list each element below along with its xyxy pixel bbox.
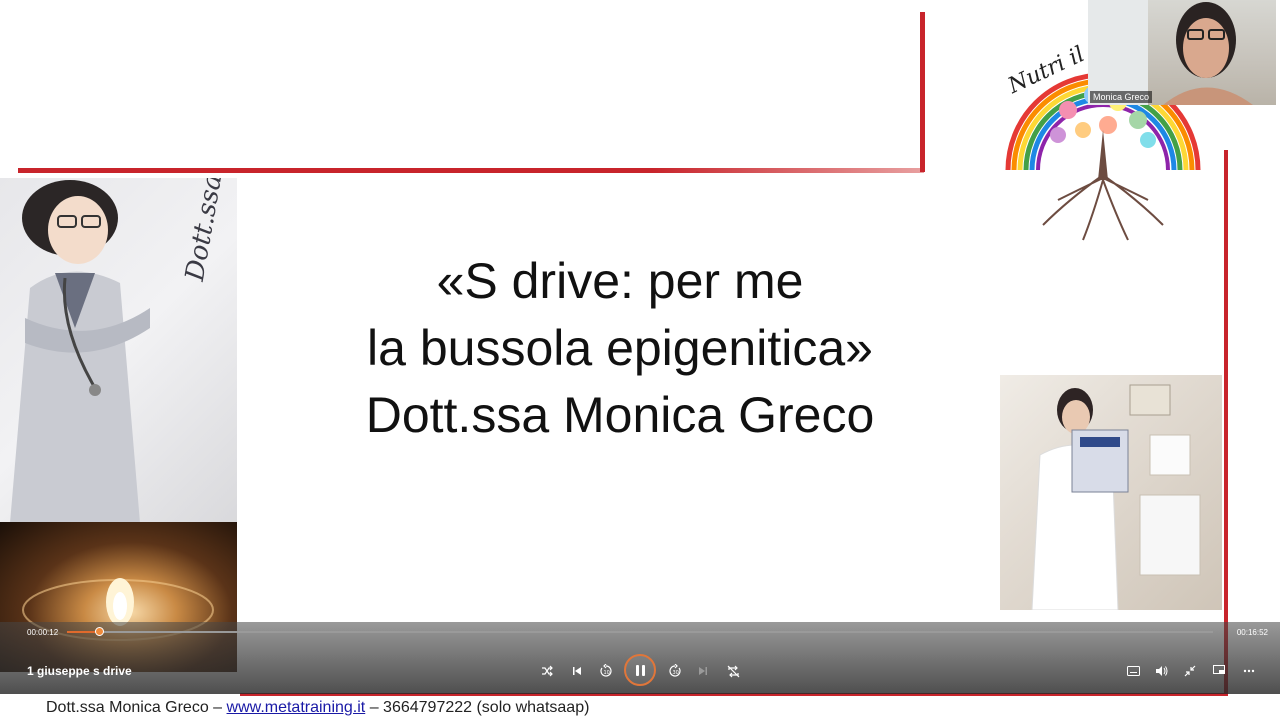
- current-time: 00:00:12: [27, 628, 59, 637]
- repeat-off-button[interactable]: [722, 660, 744, 682]
- seek-bar-fill: [67, 631, 99, 633]
- footer-name: Dott.ssa Monica Greco –: [46, 699, 223, 716]
- website-link[interactable]: www.metatraining.it: [227, 699, 366, 716]
- captions-button[interactable]: [1122, 660, 1144, 682]
- slide-title: «S drive: per me la bussola epigenitica»…: [280, 248, 960, 449]
- repeat-off-icon: [727, 665, 739, 677]
- miniplayer-icon: [1213, 665, 1225, 674]
- captions-icon: [1126, 666, 1140, 676]
- next-button[interactable]: [692, 660, 714, 682]
- shuffle-button[interactable]: [536, 660, 558, 682]
- collapse-icon: [1184, 665, 1196, 677]
- doctor-holding-book-image: [1031, 384, 1201, 610]
- video-title: 1 giuseppe s drive: [27, 664, 132, 678]
- slide-red-line-top: [18, 168, 924, 173]
- slide-title-line-2: la bussola epigenitica»: [367, 320, 873, 376]
- more-icon: [1243, 669, 1255, 673]
- more-options-button[interactable]: [1238, 660, 1260, 682]
- media-player-controls: 00:00:12 00:16:52 1 giuseppe s drive 10 …: [0, 622, 1280, 694]
- footer-contact: Dott.ssa Monica Greco – www.metatraining…: [46, 699, 589, 717]
- slide-title-line-3: Dott.ssa Monica Greco: [365, 387, 875, 443]
- previous-button[interactable]: [566, 660, 588, 682]
- presentation-slide: Dott.ssa Monica Nutri il: [0, 0, 1280, 720]
- pause-button[interactable]: [624, 654, 656, 686]
- doctor-illustration: Dott.ssa Monica: [0, 178, 237, 523]
- webcam-overlay: Monica Greco: [1088, 0, 1276, 105]
- slide-red-line-vertical: [920, 12, 925, 172]
- rewind-10-icon: 10: [600, 664, 612, 677]
- seek-bar[interactable]: [67, 627, 1213, 636]
- pause-icon: [635, 664, 645, 676]
- previous-icon: [573, 667, 581, 675]
- next-icon: [699, 667, 707, 675]
- footer-phone: – 3664797222 (solo whatsaap): [369, 699, 590, 716]
- shuffle-icon: [542, 665, 553, 677]
- doctor-book-photo: [1000, 375, 1222, 610]
- volume-button[interactable]: [1150, 660, 1172, 682]
- slide-red-line-right: [1224, 150, 1228, 695]
- slide-title-line-1: «S drive: per me: [436, 253, 804, 309]
- volume-icon: [1155, 666, 1167, 676]
- miniplayer-button[interactable]: [1208, 660, 1230, 682]
- webcam-name-label: Monica Greco: [1090, 91, 1153, 103]
- forward-30-icon: 30: [669, 664, 681, 677]
- svg-text:30: 30: [673, 670, 679, 676]
- forward-30-button[interactable]: 30: [664, 660, 686, 682]
- rewind-10-button[interactable]: 10: [595, 660, 617, 682]
- seek-bar-thumb[interactable]: [94, 627, 104, 636]
- svg-text:10: 10: [604, 670, 610, 676]
- total-time: 00:16:52: [1236, 628, 1268, 637]
- collapse-button[interactable]: [1179, 660, 1201, 682]
- speaker-video: [1088, 0, 1253, 105]
